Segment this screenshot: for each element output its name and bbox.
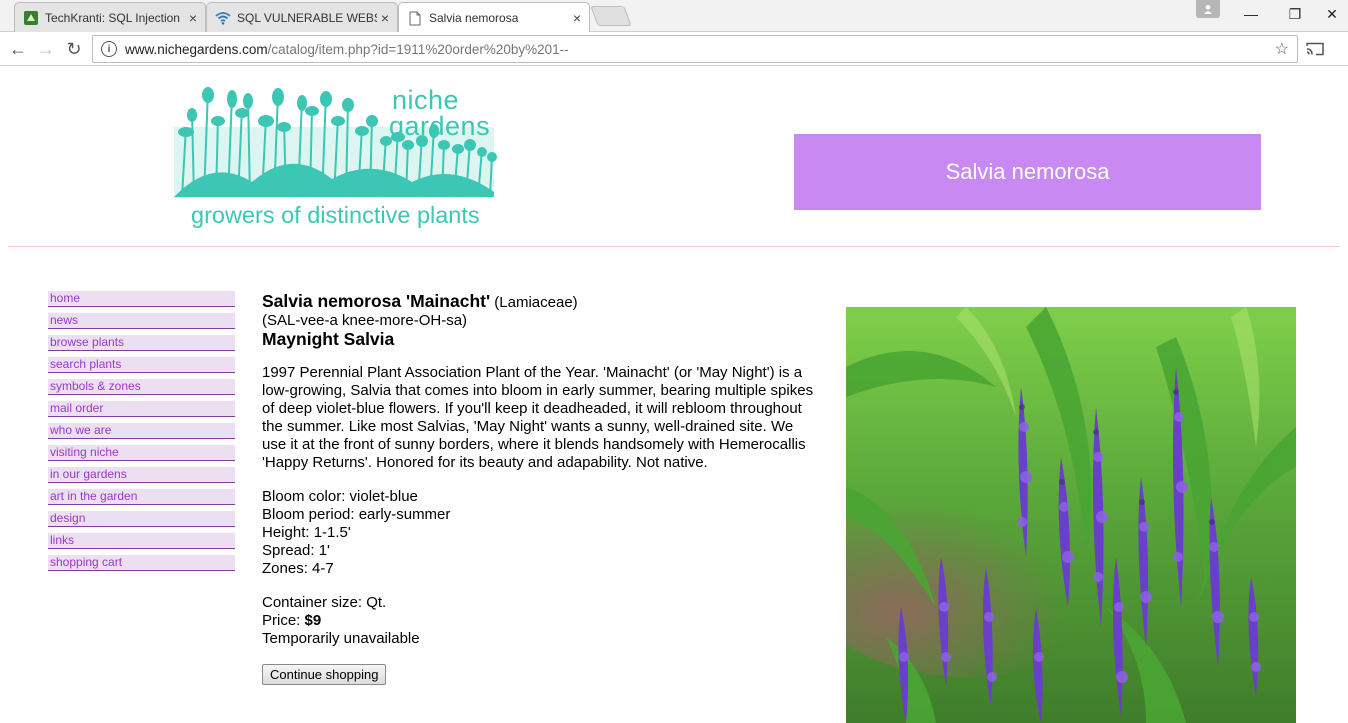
url-domain: www.nichegardens.com: [125, 41, 268, 57]
nav-link-design[interactable]: design: [48, 511, 235, 527]
browser-tab-salvia[interactable]: Salvia nemorosa ×: [398, 2, 590, 33]
availability-status: Temporarily unavailable: [262, 630, 420, 647]
price-line: Price: $9: [262, 612, 818, 630]
bookmark-star-icon[interactable]: ☆: [1275, 39, 1289, 59]
minimize-button[interactable]: —: [1228, 0, 1274, 28]
logo-wordmark: niche gardens: [389, 85, 491, 141]
salvia-flower-photo: [846, 307, 1296, 723]
nav-link-news[interactable]: news: [48, 313, 235, 329]
plant-spread: Spread: 1': [262, 542, 330, 559]
plant-description: 1997 Perennial Plant Association Plant o…: [262, 364, 814, 471]
profile-icon[interactable]: [1196, 0, 1220, 18]
bloom-color: Bloom color: violet-blue: [262, 488, 418, 505]
back-button[interactable]: ←: [5, 36, 31, 62]
plant-zones: Zones: 4-7: [262, 560, 334, 577]
site-logo[interactable]: niche gardens growers of distinctive pla…: [172, 85, 502, 228]
continue-shopping-button[interactable]: Continue shopping: [262, 664, 387, 685]
forward-button[interactable]: →: [33, 36, 59, 62]
logo-name-line2: gardens: [389, 111, 491, 141]
browser-tabstrip: TechKranti: SQL Injection × SQL VULNERAB…: [0, 0, 1348, 33]
plant-common-name: Maynight Salvia: [262, 329, 395, 349]
nav-link-art-in-the-garden[interactable]: art in the garden: [48, 489, 235, 505]
nav-link-links[interactable]: links: [48, 533, 235, 549]
container-size: Container size: Qt.: [262, 594, 387, 611]
address-url[interactable]: www.nichegardens.com/catalog/item.php?id…: [125, 42, 1275, 57]
new-tab-button[interactable]: [590, 6, 632, 26]
logo-tagline: growers of distinctive plants: [191, 202, 480, 228]
tab-title: SQL VULNERABLE WEBSI: [237, 10, 377, 25]
tab-close-icon[interactable]: ×: [573, 10, 581, 26]
sidebar-nav: home news browse plants search plants sy…: [48, 291, 235, 577]
browser-tab-sql-vulnerable[interactable]: SQL VULNERABLE WEBSI ×: [206, 2, 398, 32]
page-title-banner: Salvia nemorosa: [794, 134, 1261, 210]
tab-close-icon[interactable]: ×: [189, 10, 197, 26]
plant-height: Height: 1-1.5': [262, 524, 351, 541]
plant-botanical-name: Salvia nemorosa 'Mainacht': [262, 291, 491, 311]
plant-family: (Lamiaceae): [494, 294, 578, 311]
restore-button[interactable]: ❐: [1272, 0, 1318, 28]
nav-link-browse-plants[interactable]: browse plants: [48, 335, 235, 351]
nav-link-who-we-are[interactable]: who we are: [48, 423, 235, 439]
close-window-button[interactable]: ✕: [1316, 0, 1348, 28]
price-label: Price:: [262, 612, 305, 629]
page-title: Salvia nemorosa: [945, 159, 1110, 184]
bloom-period: Bloom period: early-summer: [262, 506, 451, 523]
techkranti-favicon-icon: [23, 10, 39, 26]
nav-link-home[interactable]: home: [48, 291, 235, 307]
address-bar[interactable]: i www.nichegardens.com/catalog/item.php?…: [92, 35, 1298, 63]
plant-photo: [846, 307, 1296, 723]
plant-details: Salvia nemorosa 'Mainacht' (Lamiaceae) (…: [262, 292, 818, 685]
browser-toolbar: ← → ↻ i www.nichegardens.com/catalog/ite…: [0, 32, 1348, 66]
web-page: niche gardens growers of distinctive pla…: [0, 67, 1348, 723]
nav-link-in-our-gardens[interactable]: in our gardens: [48, 467, 235, 483]
tab-title: TechKranti: SQL Injection: [45, 10, 180, 25]
purchase-info: Container size: Qt. Price: $9 Temporaril…: [262, 594, 818, 648]
site-info-icon[interactable]: i: [101, 41, 117, 57]
nav-link-symbols-zones[interactable]: symbols & zones: [48, 379, 235, 395]
plant-pronunciation: (SAL-vee-a knee-more-OH-sa): [262, 312, 468, 329]
plant-attributes: Bloom color: violet-blue Bloom period: e…: [262, 488, 818, 578]
tab-close-icon[interactable]: ×: [381, 10, 389, 26]
logo-name-line1: niche: [392, 85, 460, 115]
header-divider: [8, 246, 1340, 247]
nav-link-shopping-cart[interactable]: shopping cart: [48, 555, 235, 571]
cast-icon[interactable]: [1304, 38, 1326, 60]
nav-link-search-plants[interactable]: search plants: [48, 357, 235, 373]
document-icon: [407, 10, 423, 26]
reload-button[interactable]: ↻: [61, 36, 87, 62]
browser-tab-techkranti[interactable]: TechKranti: SQL Injection ×: [14, 2, 206, 32]
nav-link-mail-order[interactable]: mail order: [48, 401, 235, 417]
nav-link-visiting-niche[interactable]: visiting niche: [48, 445, 235, 461]
price-value: $9: [304, 612, 322, 629]
plant-heading: Salvia nemorosa 'Mainacht' (Lamiaceae): [262, 292, 818, 312]
wifi-icon: [215, 10, 231, 26]
url-path: /catalog/item.php?id=1911%20order%20by%2…: [267, 41, 569, 57]
tab-title: Salvia nemorosa: [429, 11, 519, 25]
